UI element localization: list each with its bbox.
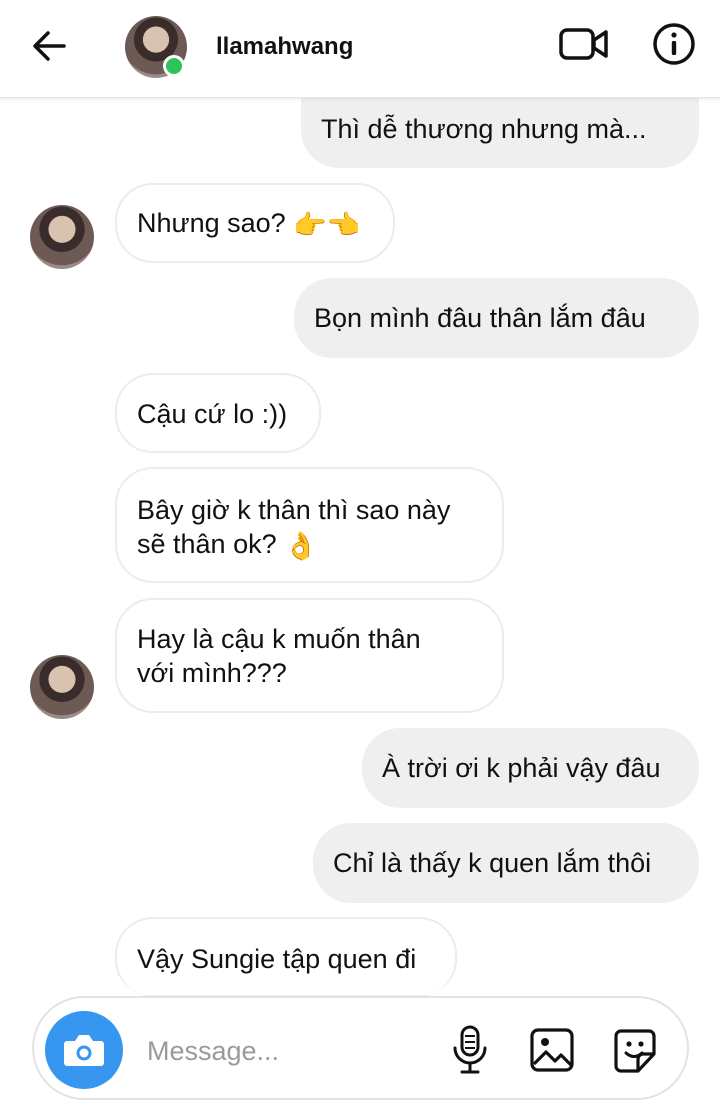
message-bubble-received[interactable]: Bây giờ k thân thì sao này sẽ thân ok? 👌 — [115, 467, 504, 583]
voice-message-button[interactable] — [448, 1024, 492, 1076]
camera-icon — [64, 1035, 104, 1066]
camera-button[interactable] — [45, 1011, 123, 1089]
message-bubble-received[interactable]: Cậu cứ lo :)) — [115, 373, 321, 453]
ok-hand-emoji: 👌 — [284, 530, 318, 561]
scroll-fade — [0, 975, 720, 995]
message-text: Vậy Sungie tập quen đi — [137, 944, 417, 974]
pointing-hands-emoji: 👉👈 — [293, 209, 361, 240]
arrow-left-icon — [33, 31, 66, 61]
message-bubble-sent[interactable]: Bọn mình đâu thân lắm đâu — [294, 278, 699, 358]
sticker-button[interactable] — [610, 1026, 660, 1076]
message-text: Cậu cứ lo :)) — [137, 399, 288, 429]
message-bubble-sent[interactable]: Thì dễ thương nhưng mà... — [301, 90, 699, 168]
contact-avatar-small — [30, 205, 94, 269]
microphone-icon — [453, 1025, 487, 1074]
message-text: Nhưng sao? — [137, 208, 286, 238]
gallery-icon — [530, 1028, 574, 1072]
info-button[interactable] — [652, 22, 696, 66]
contact-avatar-small — [30, 655, 94, 719]
message-bubble-sent[interactable]: Chỉ là thấy k quen lắm thôi — [313, 823, 699, 903]
message-text: À trời ơi k phải vậy đâu — [382, 753, 661, 783]
message-text-line: Hay là cậu k muốn thân — [137, 624, 421, 654]
message-bubble-received[interactable]: Nhưng sao? 👉👈 — [115, 183, 395, 263]
message-input[interactable] — [145, 1030, 429, 1072]
chat-header: llamahwang — [0, 0, 720, 98]
back-button[interactable] — [28, 24, 72, 68]
message-text-line: sẽ thân ok? — [137, 529, 277, 559]
message-text-line: với mình??? — [137, 658, 287, 688]
message-text: Bọn mình đâu thân lắm đâu — [314, 303, 646, 333]
sticker-icon — [614, 1029, 656, 1073]
message-bubble-sent[interactable]: À trời ơi k phải vậy đâu — [362, 728, 699, 808]
message-bubble-received[interactable]: Hay là cậu k muốn thân với mình??? — [115, 598, 504, 713]
info-icon — [653, 23, 695, 65]
gallery-button[interactable] — [528, 1026, 576, 1074]
message-text-line: Bây giờ k thân thì sao này — [137, 495, 451, 525]
video-call-button[interactable] — [558, 22, 610, 66]
message-text: Thì dễ thương nhưng mà... — [321, 114, 647, 144]
online-status-dot — [163, 55, 185, 77]
video-camera-icon — [559, 28, 608, 60]
message-text: Chỉ là thấy k quen lắm thôi — [333, 848, 652, 878]
contact-username[interactable]: llamahwang — [216, 33, 353, 61]
